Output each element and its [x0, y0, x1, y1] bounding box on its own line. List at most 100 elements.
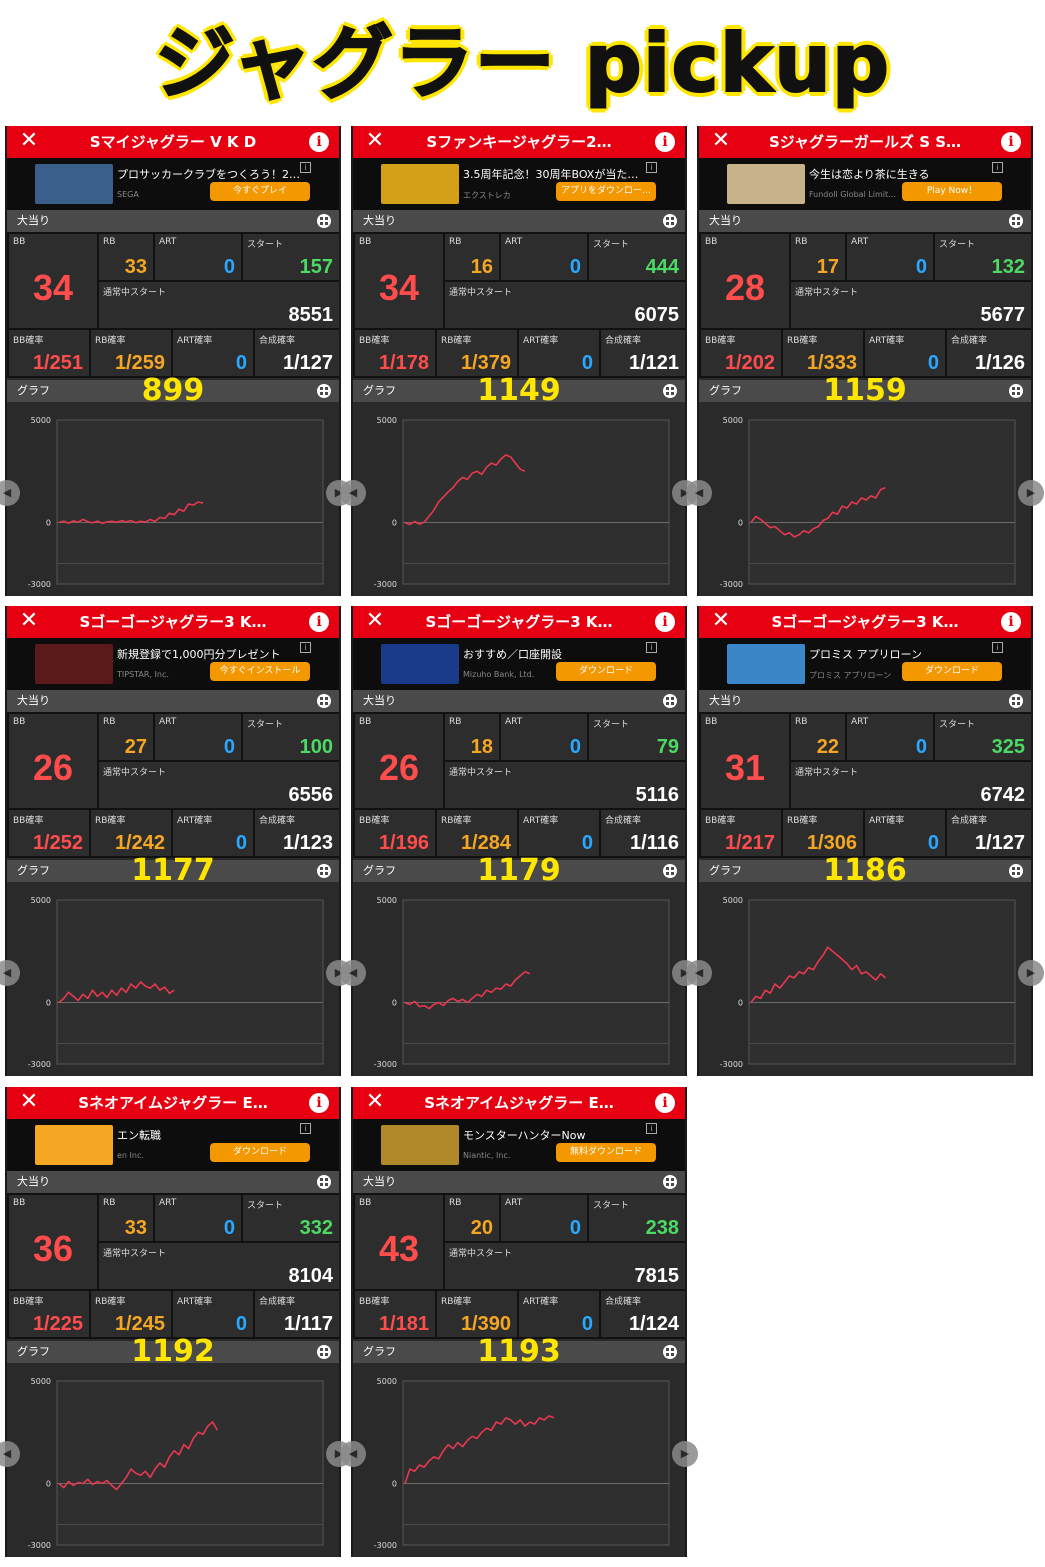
art-label: ART — [851, 717, 869, 727]
hit-section-label: 大当り — [17, 1175, 50, 1188]
start-cell: スタート 132 — [935, 234, 1031, 280]
ad-cta-button[interactable]: ダウンロード — [210, 1143, 310, 1162]
close-icon[interactable]: ✕ — [363, 606, 387, 638]
total-rate-value: 1/117 — [284, 1313, 333, 1335]
next-arrow-icon[interactable]: ▶ — [1018, 480, 1044, 506]
grid-icon[interactable] — [317, 864, 331, 878]
graph-section-header: グラフ 1186 — [699, 856, 1031, 886]
ad-title[interactable]: 今生は恋より茶に生きる — [809, 166, 999, 182]
ad-thumbnail[interactable] — [35, 644, 113, 684]
next-arrow-icon[interactable]: ▶ — [1018, 960, 1044, 986]
ad-banner[interactable]: プロミス アプリローン プロミス アプリローン ダウンロード i — [699, 638, 1031, 690]
info-icon[interactable]: i — [1001, 612, 1021, 632]
ad-info-icon[interactable]: i — [646, 642, 657, 653]
ad-thumbnail[interactable] — [727, 644, 805, 684]
ad-title[interactable]: おすすめ／口座開設 — [463, 646, 653, 662]
ad-thumbnail[interactable] — [381, 164, 459, 204]
ad-thumbnail[interactable] — [35, 1125, 113, 1165]
ad-thumbnail[interactable] — [727, 164, 805, 204]
close-icon[interactable]: ✕ — [363, 1087, 387, 1119]
hit-section-label: 大当り — [363, 1175, 396, 1188]
ad-info-icon[interactable]: i — [300, 1123, 311, 1134]
grid-icon[interactable] — [663, 864, 677, 878]
stats-table: BB 28 RB 17 ART 0 スタート 132 通常中スタート 5677 … — [699, 232, 1031, 378]
prev-arrow-icon[interactable]: ◀ — [686, 480, 712, 506]
ad-advertiser: en Inc. — [117, 1151, 144, 1160]
start-count: 332 — [299, 1217, 333, 1239]
ad-banner[interactable]: 新規登録で1,000円分プレゼント TIPSTAR, Inc. 今すぐインストー… — [7, 638, 339, 690]
ad-title[interactable]: プロミス アプリローン — [809, 646, 999, 662]
close-icon[interactable]: ✕ — [363, 126, 387, 158]
ad-cta-button[interactable]: 無料ダウンロード — [556, 1143, 656, 1162]
ad-cta-button[interactable]: 今すぐプレイ — [210, 182, 310, 201]
normal-start-count: 6075 — [634, 304, 680, 326]
ad-cta-button[interactable]: Play Now！ — [902, 182, 1002, 201]
bb-count: 34 — [32, 267, 74, 308]
ad-banner[interactable]: おすすめ／口座開設 Mizuho Bank, Ltd. ダウンロード i — [353, 638, 685, 690]
bb-label: BB — [359, 717, 372, 727]
machine-panel-1: ✕ Sマイジャグラー V K D i プロサッカークラブをつくろう！2… SEG… — [0, 126, 352, 596]
close-icon[interactable]: ✕ — [17, 1087, 41, 1119]
rb-rate-value: 1/390 — [460, 1313, 511, 1335]
ad-thumbnail[interactable] — [381, 644, 459, 684]
grid-icon[interactable] — [1009, 864, 1023, 878]
ad-title[interactable]: 新規登録で1,000円分プレゼント — [117, 646, 307, 662]
ad-banner[interactable]: エン転職 en Inc. ダウンロード i — [7, 1119, 339, 1171]
total-rate-cell: 合成確率 1/126 — [947, 330, 1031, 376]
ad-title[interactable]: 3.5周年記念！30周年BOXが当た… — [463, 166, 653, 182]
grid-icon[interactable] — [317, 214, 331, 228]
ad-info-icon[interactable]: i — [300, 642, 311, 653]
info-icon[interactable]: i — [309, 132, 329, 152]
grid-icon[interactable] — [663, 1175, 677, 1189]
ad-banner[interactable]: 3.5周年記念！30周年BOXが当た… エクストレカ アプリをダウンロー… i — [353, 158, 685, 210]
grid-icon[interactable] — [317, 1345, 331, 1359]
total-rate-label: 合成確率 — [605, 336, 642, 346]
grid-icon[interactable] — [1009, 214, 1023, 228]
info-icon[interactable]: i — [309, 1093, 329, 1113]
prev-arrow-icon[interactable]: ◀ — [340, 480, 366, 506]
ad-cta-button[interactable]: 今すぐインストール — [210, 662, 310, 681]
ad-thumbnail[interactable] — [381, 1125, 459, 1165]
prev-arrow-icon[interactable]: ◀ — [340, 1441, 366, 1467]
bb-count: 26 — [32, 747, 74, 788]
close-icon[interactable]: ✕ — [709, 126, 733, 158]
info-icon[interactable]: i — [655, 1093, 675, 1113]
prev-arrow-icon[interactable]: ◀ — [686, 960, 712, 986]
close-icon[interactable]: ✕ — [709, 606, 733, 638]
info-icon[interactable]: i — [655, 612, 675, 632]
ad-info-icon[interactable]: i — [992, 162, 1003, 173]
grid-icon[interactable] — [663, 214, 677, 228]
bb-count: 36 — [32, 1228, 74, 1269]
ad-title[interactable]: プロサッカークラブをつくろう！2… — [117, 166, 307, 182]
grid-icon[interactable] — [1009, 694, 1023, 708]
info-icon[interactable]: i — [309, 612, 329, 632]
grid-icon[interactable] — [317, 694, 331, 708]
ad-info-icon[interactable]: i — [992, 642, 1003, 653]
ad-thumbnail[interactable] — [35, 164, 113, 204]
ad-banner[interactable]: モンスターハンターNow Niantic, Inc. 無料ダウンロード i — [353, 1119, 685, 1171]
grid-icon[interactable] — [317, 384, 331, 398]
grid-icon[interactable] — [663, 1345, 677, 1359]
info-icon[interactable]: i — [655, 132, 675, 152]
grid-icon[interactable] — [1009, 384, 1023, 398]
close-icon[interactable]: ✕ — [17, 606, 41, 638]
ad-cta-button[interactable]: ダウンロード — [556, 662, 656, 681]
total-rate-value: 1/123 — [282, 832, 333, 854]
bb-rate-value: 1/181 — [378, 1313, 429, 1335]
prev-arrow-icon[interactable]: ◀ — [340, 960, 366, 986]
close-icon[interactable]: ✕ — [17, 126, 41, 158]
grid-icon[interactable] — [663, 384, 677, 398]
ad-cta-button[interactable]: アプリをダウンロー… — [556, 182, 656, 201]
info-icon[interactable]: i — [1001, 132, 1021, 152]
grid-icon[interactable] — [317, 1175, 331, 1189]
ad-info-icon[interactable]: i — [646, 162, 657, 173]
grid-icon[interactable] — [663, 694, 677, 708]
ad-banner[interactable]: 今生は恋より茶に生きる Fundoll Global Limit… Play N… — [699, 158, 1031, 210]
ad-title[interactable]: モンスターハンターNow — [463, 1127, 653, 1143]
ad-cta-button[interactable]: ダウンロード — [902, 662, 1002, 681]
ad-info-icon[interactable]: i — [646, 1123, 657, 1134]
ad-banner[interactable]: プロサッカークラブをつくろう！2… SEGA 今すぐプレイ i — [7, 158, 339, 210]
ad-title[interactable]: エン転職 — [117, 1127, 307, 1143]
next-arrow-icon[interactable]: ▶ — [672, 1441, 698, 1467]
ad-info-icon[interactable]: i — [300, 162, 311, 173]
